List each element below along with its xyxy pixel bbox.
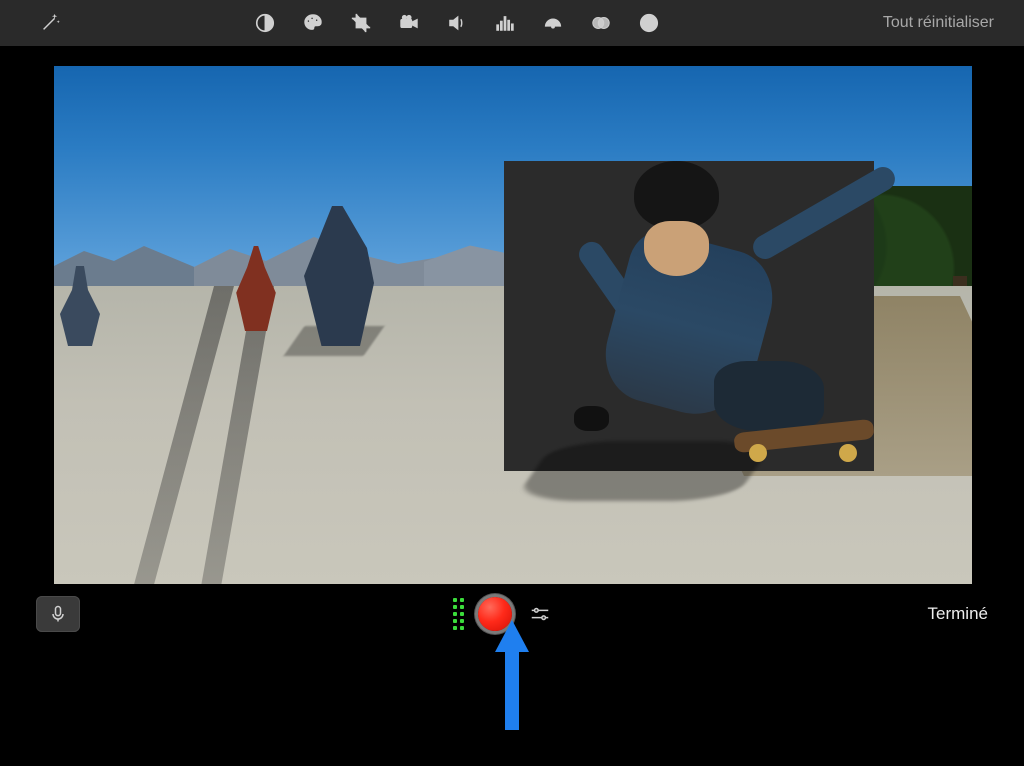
palette-icon[interactable]	[298, 8, 328, 38]
reset-all-button[interactable]: Tout réinitialiser	[883, 14, 994, 32]
crop-icon[interactable]	[346, 8, 376, 38]
equalizer-icon[interactable]	[490, 8, 520, 38]
info-icon[interactable]	[634, 8, 664, 38]
record-button[interactable]	[478, 597, 512, 631]
microphone-button[interactable]	[36, 596, 80, 632]
gauge-icon[interactable]	[538, 8, 568, 38]
audio-level-icon	[453, 598, 464, 630]
video-camera-icon[interactable]	[394, 8, 424, 38]
top-toolbar: Tout réinitialiser	[0, 0, 1024, 46]
done-button[interactable]: Terminé	[928, 604, 988, 624]
overlap-circles-icon[interactable]	[586, 8, 616, 38]
speaker-icon[interactable]	[442, 8, 472, 38]
video-editor-viewer: Tout réinitialiser	[0, 0, 1024, 766]
voiceover-controls: Terminé	[36, 590, 988, 638]
magic-wand-icon[interactable]	[35, 8, 65, 38]
video-preview	[54, 66, 972, 584]
voiceover-options-button[interactable]	[526, 600, 554, 628]
contrast-icon[interactable]	[250, 8, 280, 38]
